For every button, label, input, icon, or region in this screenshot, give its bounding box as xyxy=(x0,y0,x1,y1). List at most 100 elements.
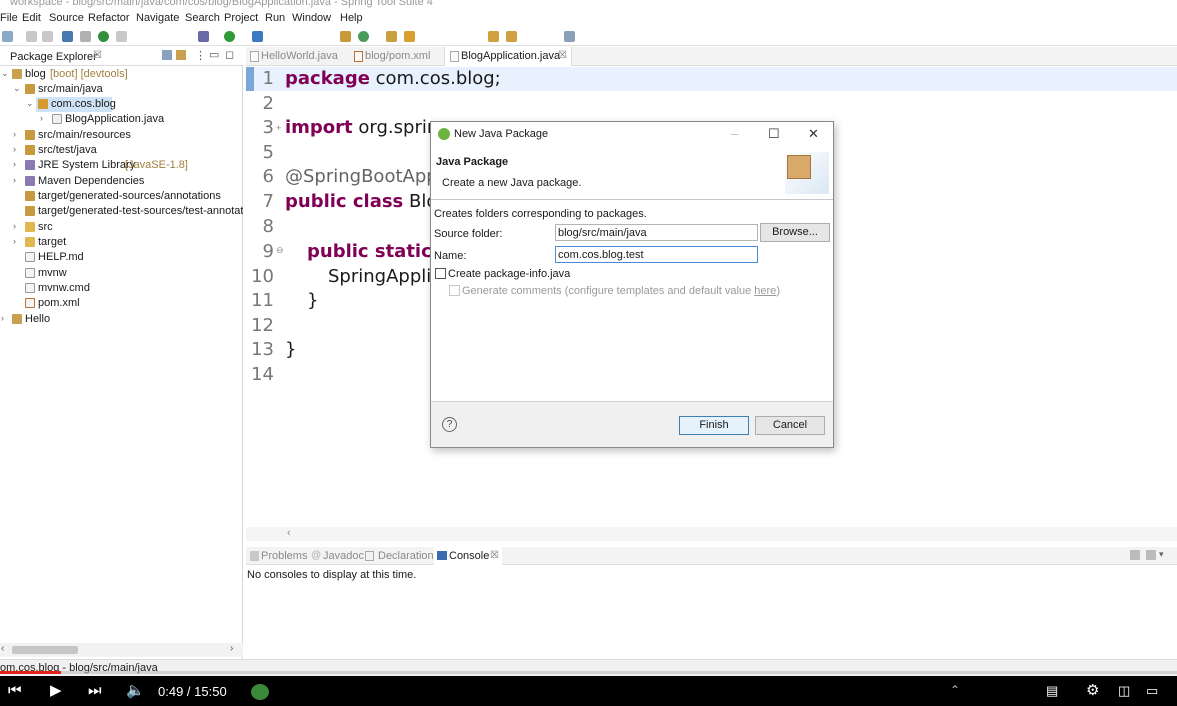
play-icon[interactable]: ▶ xyxy=(50,681,62,699)
link-editor-icon[interactable] xyxy=(176,50,186,60)
maximize-icon[interactable]: ☐ xyxy=(768,126,780,142)
scroll-left-icon[interactable]: ‹ xyxy=(287,527,291,539)
browse-button[interactable]: Browse... xyxy=(760,223,830,242)
back-icon[interactable] xyxy=(488,31,499,42)
menu-project[interactable]: Project xyxy=(224,12,258,24)
tree-item-maven[interactable]: › Maven Dependencies xyxy=(0,174,243,189)
scroll-left-icon[interactable]: ‹ xyxy=(1,643,4,654)
close-icon[interactable]: ✕ xyxy=(808,126,819,142)
tree-item-mvnw[interactable]: mvnw xyxy=(0,266,243,281)
configure-templates-link[interactable]: here xyxy=(754,285,776,297)
theater-mode-icon[interactable]: ▭ xyxy=(1146,683,1158,699)
chevron-up-icon[interactable]: ⌃ xyxy=(950,683,960,697)
menu-refactor[interactable]: Refactor xyxy=(88,12,130,24)
search-icon[interactable] xyxy=(404,31,415,42)
close-icon[interactable]: ☒ xyxy=(93,50,102,61)
fold-expand-icon[interactable]: + xyxy=(276,123,281,133)
next-icon[interactable]: ⏭ xyxy=(88,682,102,699)
close-icon[interactable]: ☒ xyxy=(490,550,499,561)
tree-item-pom-xml[interactable]: pom.xml xyxy=(0,296,243,311)
chevron-down-icon[interactable]: ▾ xyxy=(1159,549,1164,560)
scrollbar-thumb[interactable] xyxy=(12,646,78,654)
open-console-icon[interactable] xyxy=(1130,550,1140,560)
menu-source[interactable]: Source xyxy=(49,12,84,24)
forward-icon[interactable] xyxy=(506,31,517,42)
settings-icon[interactable]: ⚙ xyxy=(1086,681,1099,699)
chevron-right-icon[interactable]: › xyxy=(13,159,16,169)
menu-edit[interactable]: Edit xyxy=(22,12,41,24)
minimize-icon[interactable]: – xyxy=(731,126,738,141)
open-type-icon[interactable] xyxy=(386,31,397,42)
tree-item-generated-test-sources[interactable]: target/generated-test-sources/test-annot… xyxy=(0,204,243,219)
terminal-icon[interactable] xyxy=(62,31,73,42)
external-tools-icon[interactable] xyxy=(252,31,263,42)
chevron-right-icon[interactable]: › xyxy=(13,144,16,154)
pin-editor-icon[interactable] xyxy=(564,31,575,42)
menu-run[interactable]: Run xyxy=(265,12,285,24)
miniplayer-icon[interactable]: ◫ xyxy=(1118,683,1130,699)
maximize-icon[interactable]: ◻ xyxy=(225,48,234,61)
new-class-icon[interactable] xyxy=(358,31,369,42)
menu-help[interactable]: Help xyxy=(340,12,363,24)
collapse-all-icon[interactable] xyxy=(162,50,172,60)
tree-item-src-main-resources[interactable]: › src/main/resources xyxy=(0,128,243,143)
debug-icon[interactable] xyxy=(198,31,209,42)
tree-item-target[interactable]: › target xyxy=(0,235,243,250)
subtitles-icon[interactable]: ▤ xyxy=(1046,683,1058,699)
chevron-right-icon[interactable]: › xyxy=(40,113,43,123)
tree-item-src[interactable]: › src xyxy=(0,220,243,235)
horizontal-scrollbar[interactable]: ‹ › xyxy=(0,643,243,657)
tree-item-blogapplication[interactable]: › BlogApplication.java xyxy=(0,112,243,127)
package-explorer-tab[interactable]: Package Explorer ☒ ⋮ ▭ ◻ xyxy=(0,47,243,66)
debug-step-icon[interactable] xyxy=(116,31,127,42)
menu-navigate[interactable]: Navigate xyxy=(136,12,179,24)
new-icon[interactable] xyxy=(2,31,13,42)
source-folder-field[interactable]: blog/src/main/java xyxy=(555,224,758,241)
chevron-right-icon[interactable]: › xyxy=(1,313,4,323)
create-package-info-checkbox[interactable] xyxy=(435,268,446,279)
chevron-down-icon[interactable]: ⌄ xyxy=(26,98,34,109)
package-name-field[interactable]: com.cos.blog.test xyxy=(555,246,758,263)
new-java-project-icon[interactable] xyxy=(340,31,351,42)
menu-search[interactable]: Search xyxy=(185,12,220,24)
tab-problems[interactable]: Problems xyxy=(261,550,307,562)
chevron-down-icon[interactable]: ⌄ xyxy=(1,68,9,79)
chevron-right-icon[interactable]: › xyxy=(13,221,16,231)
display-console-icon[interactable] xyxy=(1146,550,1156,560)
tab-console-active[interactable]: Console ☒ xyxy=(434,547,502,565)
save-all-icon[interactable] xyxy=(42,31,53,42)
minimize-icon[interactable]: ▭ xyxy=(209,48,219,61)
generate-comments-checkbox[interactable] xyxy=(449,285,460,296)
video-progress-track[interactable] xyxy=(61,671,1177,674)
view-menu-icon[interactable]: ⋮ xyxy=(195,49,206,62)
run-icon[interactable] xyxy=(224,31,235,42)
menu-window[interactable]: Window xyxy=(292,12,331,24)
tree-item-hello[interactable]: › Hello xyxy=(0,312,243,327)
tab-javadoc[interactable]: Javadoc xyxy=(323,550,364,562)
save-icon[interactable] xyxy=(26,31,37,42)
fold-collapse-icon[interactable]: ⊖ xyxy=(276,245,284,256)
close-icon[interactable]: ☒ xyxy=(558,50,567,61)
tab-blogapplication-active[interactable]: BlogApplication.java ☒ xyxy=(444,47,572,66)
tree-item-mvnw-cmd[interactable]: mvnw.cmd xyxy=(0,281,243,296)
spring-boot-icon[interactable] xyxy=(98,31,109,42)
tree-item-src-main-java[interactable]: ⌄ src/main/java xyxy=(0,82,243,97)
video-progress-played[interactable] xyxy=(0,671,61,674)
tree-item-help-md[interactable]: HELP.md xyxy=(0,250,243,265)
tree-item-blog[interactable]: ⌄ blog [boot] [devtools] xyxy=(0,67,243,82)
chevron-down-icon[interactable]: ⌄ xyxy=(13,83,21,94)
tree-item-generated-sources[interactable]: target/generated-sources/annotations xyxy=(0,189,243,204)
volume-icon[interactable]: 🔈 xyxy=(126,681,145,699)
cancel-button[interactable]: Cancel xyxy=(755,416,825,435)
chevron-right-icon[interactable]: › xyxy=(13,175,16,185)
tab-declaration[interactable]: Declaration xyxy=(378,550,434,562)
tree-item-src-test-java[interactable]: › src/test/java xyxy=(0,143,243,158)
chevron-right-icon[interactable]: › xyxy=(13,236,16,246)
tree-item-jre[interactable]: › JRE System Library [JavaSE-1.8] xyxy=(0,158,243,173)
tree-item-com-cos-blog[interactable]: ⌄ com.cos.blog xyxy=(26,97,116,112)
skip-breakpoints-icon[interactable] xyxy=(80,31,91,42)
tab-pom[interactable]: blog/pom.xml xyxy=(365,50,430,62)
tab-helloworld[interactable]: HelloWorld.java xyxy=(261,50,338,62)
editor-horizontal-scrollbar[interactable]: ‹ xyxy=(246,527,1177,541)
finish-button[interactable]: Finish xyxy=(679,416,749,435)
